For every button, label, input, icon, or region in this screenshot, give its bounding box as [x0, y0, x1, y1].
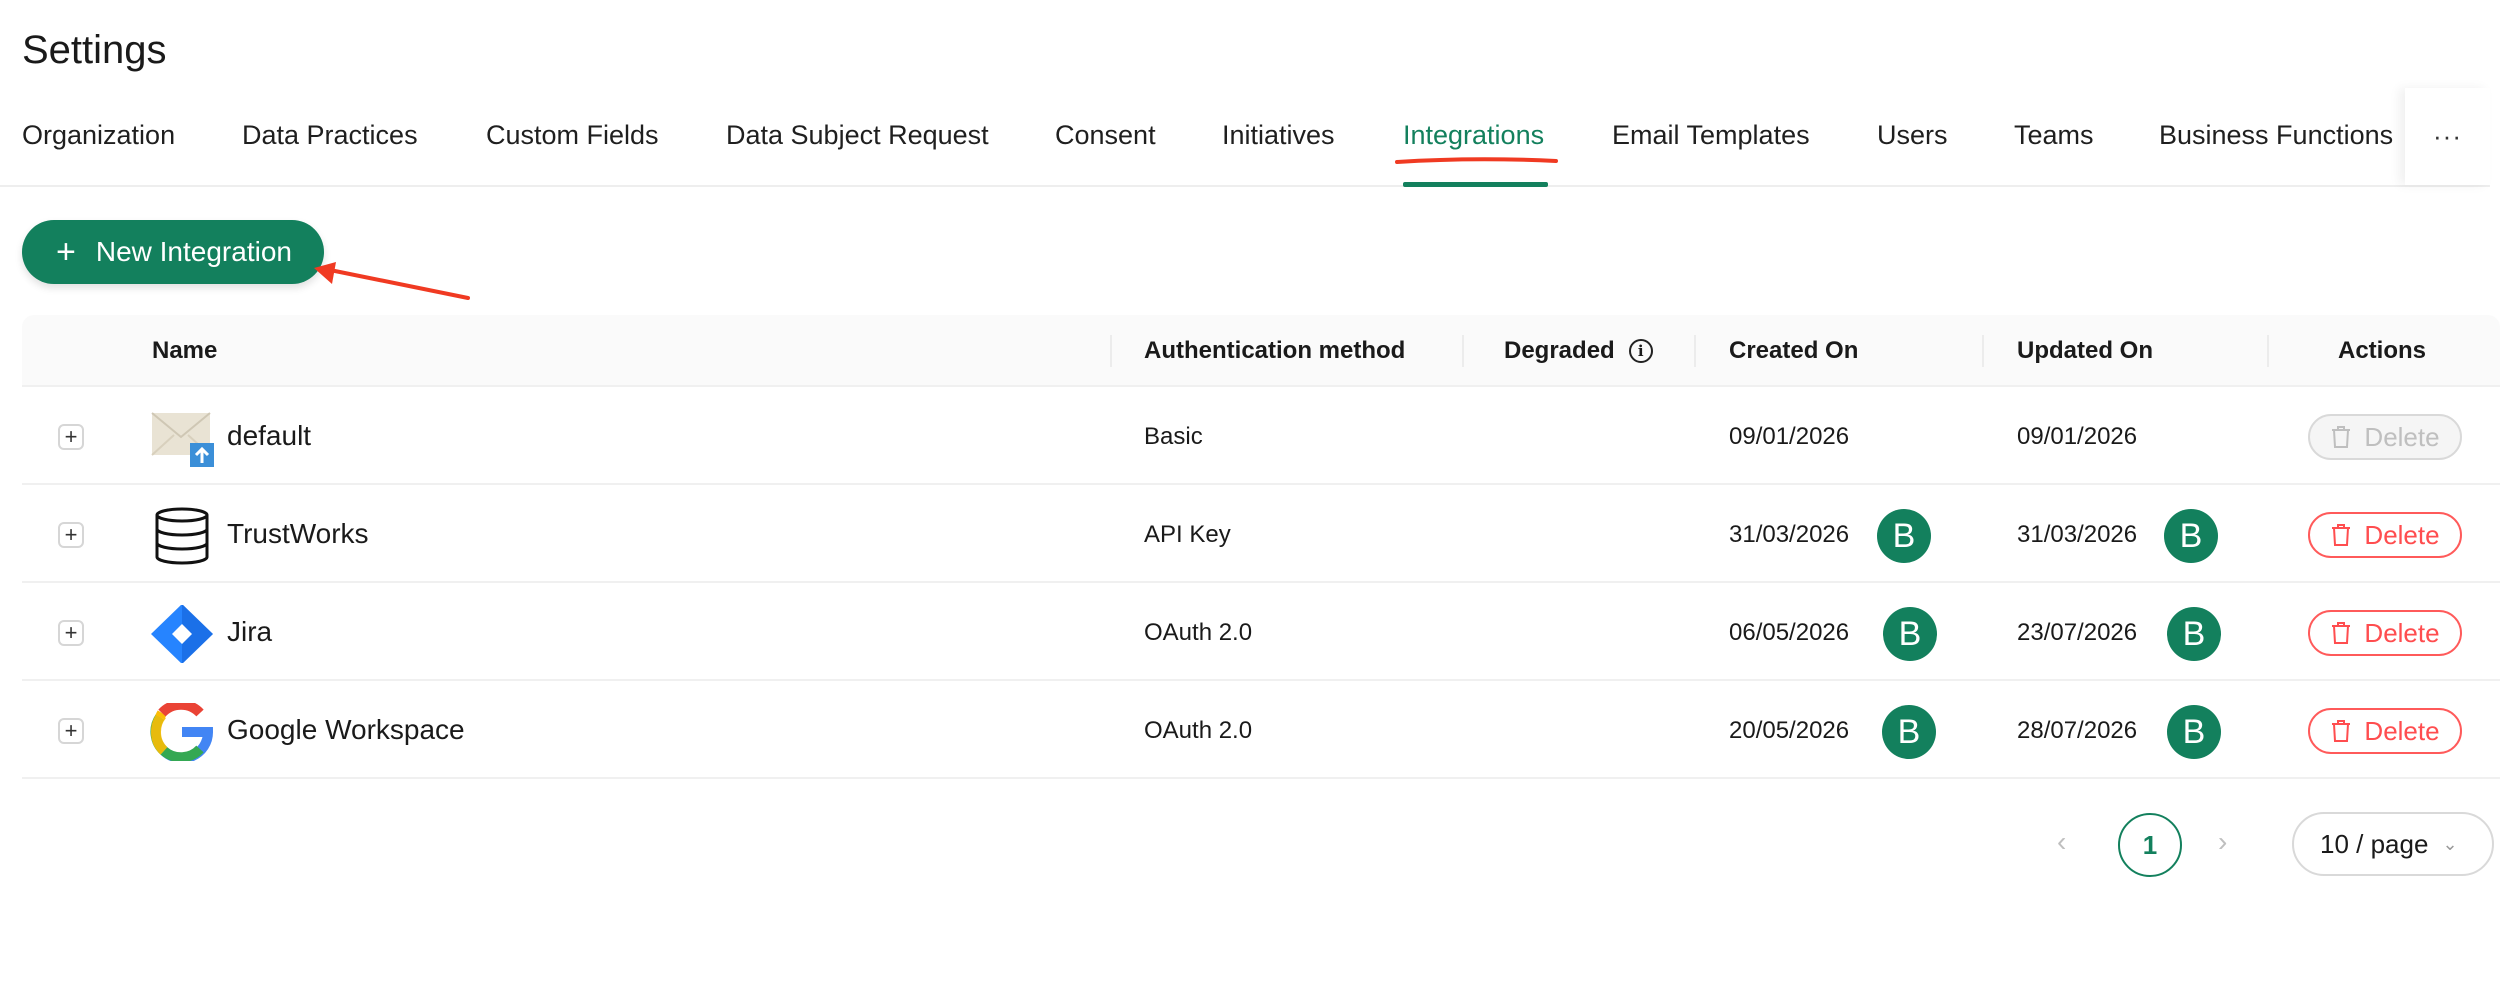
- google-logo-icon: [150, 703, 214, 761]
- column-header-auth: Authentication method: [1144, 337, 1406, 364]
- delete-label: Delete: [2364, 715, 2440, 746]
- avatar[interactable]: B: [2167, 705, 2221, 759]
- pagination-current-page[interactable]: 1: [2118, 813, 2182, 877]
- trash-icon: [2332, 426, 2351, 448]
- auth-method: OAuth 2.0: [1144, 717, 1253, 744]
- avatar[interactable]: B: [1882, 705, 1936, 759]
- integration-name: Jira: [227, 616, 273, 647]
- updated-date: 28/07/2026: [2017, 717, 2138, 744]
- tab-integrations[interactable]: Integrations: [1403, 120, 1544, 151]
- column-header-name: Name: [152, 337, 218, 364]
- created-date: 09/01/2026: [1729, 423, 1850, 450]
- expand-row-button[interactable]: +: [58, 718, 84, 744]
- column-header-updated: Updated On: [2017, 337, 2153, 364]
- column-separator: [1462, 335, 1464, 367]
- trash-icon: [2332, 720, 2351, 742]
- auth-method: Basic: [1144, 423, 1203, 450]
- auth-method: OAuth 2.0: [1144, 619, 1253, 646]
- updated-date: 23/07/2026: [2017, 619, 2138, 646]
- column-header-created: Created On: [1729, 337, 1859, 364]
- tab-data-practices[interactable]: Data Practices: [242, 120, 418, 151]
- page-size-select[interactable]: 10 / page ⌄: [2292, 812, 2494, 876]
- auth-method: API Key: [1144, 521, 1231, 548]
- table-row: + Google Workspace OAuth 2.0 20/05/2026 …: [22, 681, 2500, 779]
- expand-row-button[interactable]: +: [58, 522, 84, 548]
- tab-consent[interactable]: Consent: [1055, 120, 1156, 151]
- table-row: + default Basic 09/01/2026 09/01/2026 De…: [22, 387, 2500, 485]
- new-integration-label: New Integration: [95, 236, 292, 267]
- integrations-table: Name Authentication method Degraded i Cr…: [22, 315, 2500, 779]
- jira-logo-icon: [151, 605, 213, 663]
- delete-label: Delete: [2364, 519, 2440, 550]
- tab-initiatives[interactable]: Initiatives: [1222, 120, 1335, 151]
- column-separator: [2267, 335, 2269, 367]
- expand-row-button[interactable]: +: [58, 620, 84, 646]
- tab-custom-fields[interactable]: Custom Fields: [486, 120, 659, 151]
- tab-email-templates[interactable]: Email Templates: [1612, 120, 1810, 151]
- chevron-down-icon: ⌄: [2442, 833, 2458, 854]
- active-tab-indicator: [1403, 182, 1548, 187]
- expand-row-button[interactable]: +: [58, 424, 84, 450]
- integration-name: default: [227, 420, 312, 451]
- settings-tabs: Organization Data Practices Custom Field…: [0, 90, 2490, 187]
- delete-label: Delete: [2364, 617, 2440, 648]
- column-separator: [1982, 335, 1984, 367]
- updated-date: 09/01/2026: [2017, 423, 2138, 450]
- database-icon: [155, 507, 209, 565]
- delete-button[interactable]: Delete: [2308, 610, 2462, 656]
- updated-date: 31/03/2026: [2017, 521, 2138, 548]
- plus-icon: +: [56, 233, 76, 271]
- pagination-prev-button[interactable]: ‹: [2057, 826, 2066, 858]
- page-size-value: 10 / page: [2320, 828, 2429, 859]
- avatar[interactable]: B: [1883, 607, 1937, 661]
- column-header-degraded: Degraded i: [1504, 315, 1653, 387]
- table-header: Name Authentication method Degraded i Cr…: [22, 315, 2500, 387]
- tabs-more-button[interactable]: ···: [2405, 88, 2490, 185]
- annotation-arrow: [314, 262, 470, 300]
- tab-organization[interactable]: Organization: [22, 120, 175, 151]
- tab-business-functions[interactable]: Business Functions: [2159, 120, 2393, 151]
- pagination-next-button[interactable]: ›: [2218, 826, 2227, 858]
- integration-name: TrustWorks: [227, 518, 369, 549]
- avatar[interactable]: B: [2167, 607, 2221, 661]
- page-title: Settings: [22, 28, 167, 72]
- tab-data-subject-request[interactable]: Data Subject Request: [726, 120, 989, 151]
- table-row: + TrustWorks API Key 31/03/2026 B 31/03/…: [22, 485, 2500, 583]
- created-date: 31/03/2026: [1729, 521, 1850, 548]
- table-row: + Jira OAuth 2.0 06/05/2026 B 23/07/2026…: [22, 583, 2500, 681]
- column-separator: [1110, 335, 1112, 367]
- avatar[interactable]: B: [2164, 509, 2218, 563]
- tab-users[interactable]: Users: [1877, 120, 1948, 151]
- delete-label: Delete: [2364, 421, 2440, 452]
- degraded-label: Degraded: [1504, 337, 1615, 364]
- trash-icon: [2332, 622, 2351, 644]
- info-icon[interactable]: i: [1628, 339, 1653, 363]
- created-date: 06/05/2026: [1729, 619, 1850, 646]
- avatar[interactable]: B: [1877, 509, 1931, 563]
- new-integration-button[interactable]: + New Integration: [22, 220, 324, 284]
- column-separator: [1694, 335, 1696, 367]
- delete-button[interactable]: Delete: [2308, 414, 2462, 460]
- created-date: 20/05/2026: [1729, 717, 1850, 744]
- tab-teams[interactable]: Teams: [2014, 120, 2094, 151]
- integration-name: Google Workspace: [227, 714, 465, 745]
- delete-button[interactable]: Delete: [2308, 512, 2462, 558]
- email-upload-icon: [151, 412, 214, 467]
- column-header-actions: Actions: [2338, 337, 2427, 364]
- trash-icon: [2332, 524, 2351, 546]
- annotation-underline: [1395, 157, 1558, 164]
- delete-button[interactable]: Delete: [2308, 708, 2462, 754]
